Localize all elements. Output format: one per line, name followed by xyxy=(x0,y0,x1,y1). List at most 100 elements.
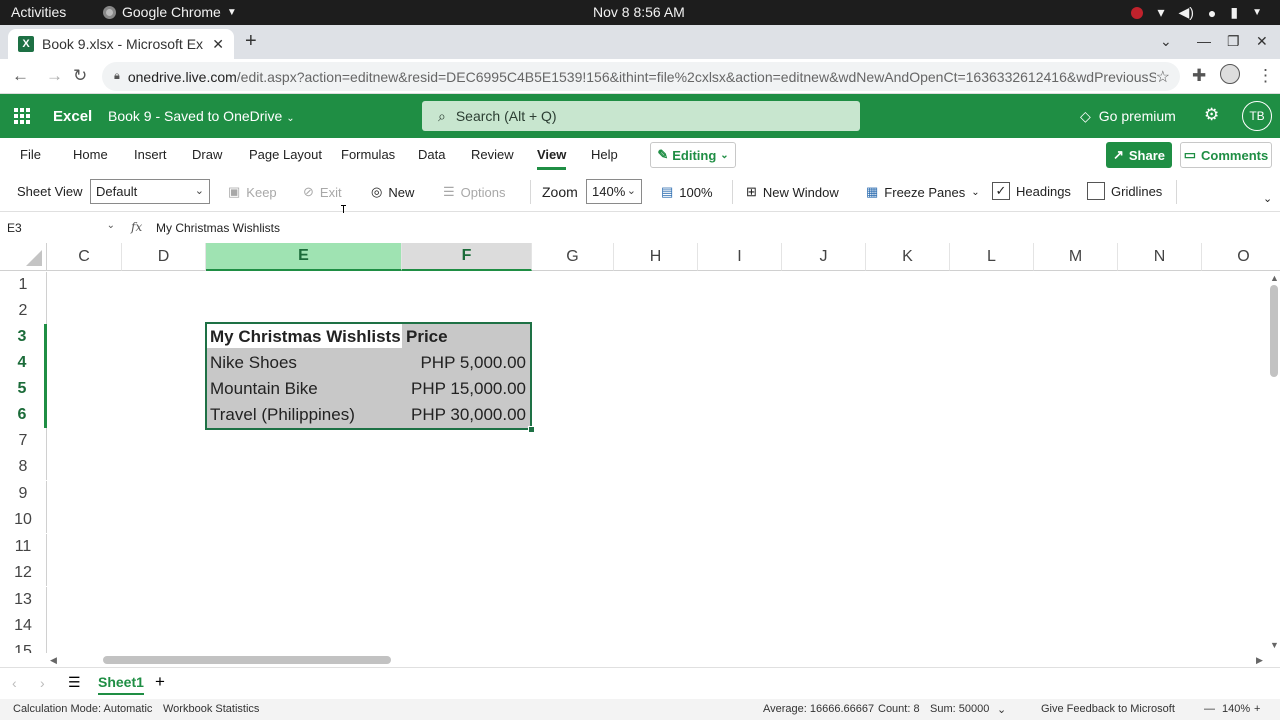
zoom-out-icon[interactable]: — xyxy=(1204,703,1215,715)
add-sheet-button[interactable]: + xyxy=(155,672,165,692)
browser-tab[interactable]: X Book 9.xlsx - Microsoft Ex ✕ xyxy=(8,29,234,59)
bookmark-star-icon[interactable]: ☆ xyxy=(1156,67,1170,87)
new-sheet-view-button[interactable]: ◎ New xyxy=(371,184,414,200)
new-window-button[interactable]: ⊞ New Window xyxy=(746,184,839,200)
extensions-puzzle-icon[interactable]: ✚ xyxy=(1192,66,1206,86)
tab-file[interactable]: File xyxy=(20,147,41,162)
scroll-down-arrow-icon[interactable]: ▼ xyxy=(1270,640,1279,650)
horizontal-scrollbar[interactable]: ◀ ▶ xyxy=(48,653,1268,667)
tab-review[interactable]: Review xyxy=(471,147,514,162)
tab-page-layout[interactable]: Page Layout xyxy=(249,147,322,162)
vertical-scrollbar[interactable]: ▲ ▼ xyxy=(1268,271,1280,653)
options-button[interactable]: ☰ Options xyxy=(443,184,505,200)
prev-sheet-icon[interactable]: ‹ xyxy=(12,675,17,691)
status-zoom-level[interactable]: 140% xyxy=(1222,703,1250,715)
exit-button[interactable]: ⊘ Exit xyxy=(303,184,342,200)
column-header[interactable]: I xyxy=(698,243,782,271)
tab-search-icon[interactable]: ⌄ xyxy=(1160,33,1172,50)
cell-e6[interactable]: Travel (Philippines) xyxy=(206,402,359,428)
name-box[interactable]: E3 ⌄ xyxy=(4,217,118,239)
give-feedback-link[interactable]: Give Feedback to Microsoft xyxy=(1041,703,1175,715)
zoom-select[interactable]: 140% ⌄ xyxy=(586,179,642,204)
zoom-100-button[interactable]: ▤ 100% xyxy=(661,184,713,200)
scroll-left-arrow-icon[interactable]: ◀ xyxy=(50,655,57,666)
address-bar[interactable]: 🔒︎ onedrive.live.com/edit.aspx?action=ed… xyxy=(102,62,1180,91)
select-all-button[interactable] xyxy=(0,243,47,271)
row-header[interactable]: 15 xyxy=(0,639,47,653)
row-header[interactable]: 13 xyxy=(0,587,47,613)
next-sheet-icon[interactable]: › xyxy=(40,675,45,691)
row-header-selected[interactable]: 3 xyxy=(0,324,47,350)
clock[interactable]: Nov 8 8:56 AM xyxy=(593,4,685,20)
column-header-selected[interactable]: F xyxy=(402,243,532,271)
document-name[interactable]: Book 9 - Saved to OneDrive ⌄ xyxy=(108,108,295,124)
vertical-scroll-thumb[interactable] xyxy=(1270,285,1278,377)
row-header[interactable]: 2 xyxy=(0,298,47,324)
workbook-statistics[interactable]: Workbook Statistics xyxy=(163,703,259,715)
column-header-selected[interactable]: E xyxy=(206,243,402,271)
row-header-selected[interactable]: 4 xyxy=(0,350,47,376)
share-button[interactable]: ↗ Share xyxy=(1106,142,1172,168)
sheet-tab-sheet1[interactable]: Sheet1 xyxy=(98,674,144,695)
row-header[interactable]: 8 xyxy=(0,454,47,480)
column-header[interactable]: G xyxy=(532,243,614,271)
reload-icon[interactable]: ↻ xyxy=(73,66,87,86)
tab-data[interactable]: Data xyxy=(418,147,445,162)
close-tab-icon[interactable]: ✕ xyxy=(212,36,224,53)
column-header[interactable]: M xyxy=(1034,243,1118,271)
row-header[interactable]: 1 xyxy=(0,272,47,298)
column-header[interactable]: N xyxy=(1118,243,1202,271)
freeze-panes-button[interactable]: ▦ Freeze Panes ⌄ xyxy=(866,184,980,200)
user-avatar[interactable]: TB xyxy=(1242,101,1272,131)
column-header[interactable]: L xyxy=(950,243,1034,271)
cell-e3[interactable]: My Christmas Wishlists xyxy=(206,324,405,350)
row-header[interactable]: 10 xyxy=(0,507,47,533)
all-sheets-menu-icon[interactable]: ☰ xyxy=(68,674,81,691)
restore-window-icon[interactable]: ❐ xyxy=(1227,33,1240,50)
horizontal-scroll-thumb[interactable] xyxy=(103,656,391,664)
app-launcher-icon[interactable] xyxy=(14,108,30,124)
column-header[interactable]: J xyxy=(782,243,866,271)
gridlines-checkbox[interactable]: Gridlines xyxy=(1087,182,1162,200)
tab-formulas[interactable]: Formulas xyxy=(341,147,395,162)
calculation-mode[interactable]: Calculation Mode: Automatic xyxy=(13,703,152,715)
browser-menu-icon[interactable]: ⋮ xyxy=(1257,66,1274,86)
row-header-selected[interactable]: 6 xyxy=(0,402,47,428)
row-header-selected[interactable]: 5 xyxy=(0,376,47,402)
close-window-icon[interactable]: ✕ xyxy=(1256,33,1268,50)
forward-arrow-icon[interactable]: → xyxy=(46,66,63,86)
comments-button[interactable]: ▭ Comments xyxy=(1180,142,1272,168)
gear-icon[interactable]: ⚙ xyxy=(1204,105,1219,125)
row-header[interactable]: 9 xyxy=(0,481,47,507)
editing-mode-button[interactable]: ✎ Editing ⌄ xyxy=(650,142,736,168)
tab-draw[interactable]: Draw xyxy=(192,147,222,162)
insert-function-icon[interactable]: fx xyxy=(131,220,142,234)
column-header[interactable]: D xyxy=(122,243,206,271)
cell-f6[interactable]: PHP 30,000.00 xyxy=(402,402,530,428)
tab-view[interactable]: View xyxy=(537,147,567,170)
search-box[interactable]: ⌕ Search (Alt + Q) xyxy=(422,101,860,131)
activities-button[interactable]: Activities xyxy=(11,4,66,20)
spreadsheet-grid[interactable]: C D E F G H I J K L M N O 1 2 3 4 5 6 7 … xyxy=(0,243,1280,653)
collapse-ribbon-icon[interactable]: ⌄ xyxy=(1263,192,1272,205)
cell-f3[interactable]: Price xyxy=(402,324,452,350)
formula-input[interactable]: My Christmas Wishlists xyxy=(156,221,280,235)
scroll-right-arrow-icon[interactable]: ▶ xyxy=(1256,655,1263,666)
tab-insert[interactable]: Insert xyxy=(134,147,167,162)
new-tab-button[interactable]: + xyxy=(245,30,257,53)
row-header[interactable]: 11 xyxy=(0,534,47,560)
headings-checkbox[interactable]: ✓ Headings xyxy=(992,182,1071,200)
go-premium-button[interactable]: ◇ Go premium xyxy=(1080,108,1176,125)
app-menu[interactable]: Google Chrome ▼ xyxy=(103,4,237,20)
sheet-view-select[interactable]: Default ⌄ xyxy=(90,179,210,204)
row-header[interactable]: 7 xyxy=(0,428,47,454)
tab-help[interactable]: Help xyxy=(591,147,618,162)
cell-f5[interactable]: PHP 15,000.00 xyxy=(402,376,530,402)
keep-button[interactable]: ▣ Keep xyxy=(228,184,277,200)
row-header[interactable]: 14 xyxy=(0,613,47,639)
column-header[interactable]: H xyxy=(614,243,698,271)
minimize-window-icon[interactable]: — xyxy=(1197,33,1211,49)
system-tray[interactable]: ▾ ◀) ● ▮ ▼ xyxy=(1131,4,1262,21)
row-header[interactable]: 12 xyxy=(0,560,47,586)
column-header[interactable]: C xyxy=(47,243,122,271)
